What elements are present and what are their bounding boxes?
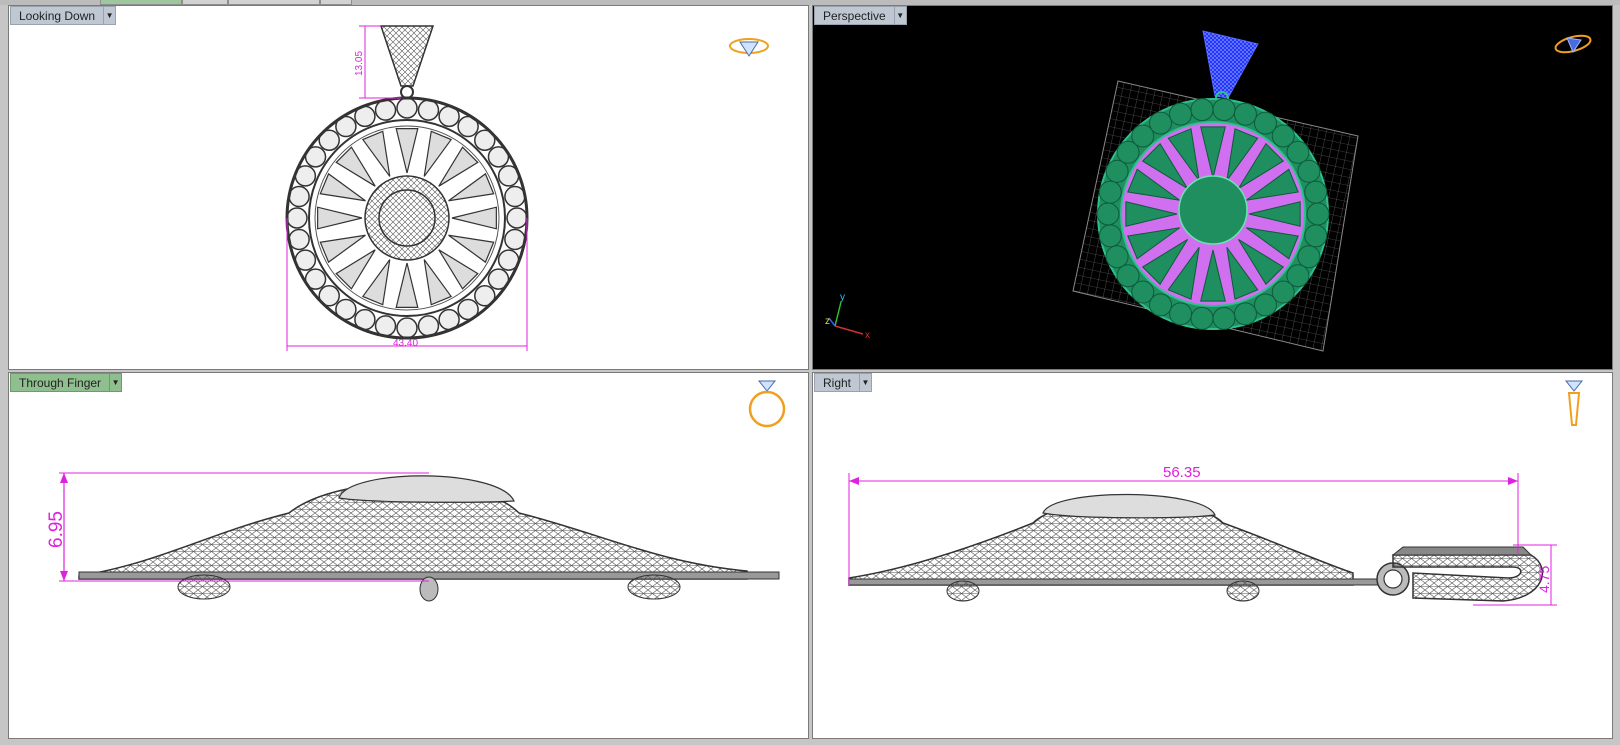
pendant-orientation-icon[interactable] [1559,377,1589,431]
viewport-name[interactable]: Through Finger [10,373,110,392]
viewport-label[interactable]: Through Finger ▼ [10,373,123,392]
dropdown-arrow-icon[interactable]: ▼ [103,6,117,25]
viewport-name[interactable]: Perspective [814,6,894,25]
dimension-width-label: 56.35 [1163,464,1201,481]
viewport-perspective[interactable]: x y z Perspective ▼ [812,5,1613,370]
top-view-drawing: 43.40 13.05 [285,25,529,351]
pendant-orientation-icon[interactable] [727,34,771,58]
viewport-through-finger[interactable]: 6.95 Through Finger ▼ [8,372,809,739]
viewport-label[interactable]: Perspective ▼ [814,6,907,25]
dropdown-arrow-icon[interactable]: ▼ [109,373,123,392]
viewport-label[interactable]: Right ▼ [814,373,873,392]
dimension-height-label: 6.95 [46,511,67,548]
viewport-right[interactable]: 56.35 4.75 Right ▼ [812,372,1613,739]
dimension-width-label: 43.40 [393,338,418,349]
pendant-orientation-icon[interactable] [1551,32,1595,56]
axis-gizmo-icon: x y z [825,292,870,341]
dropdown-arrow-icon[interactable]: ▼ [859,373,873,392]
viewport-looking-down[interactable]: 43.40 13.05 Looking Down ▼ [8,5,809,370]
through-finger-view-drawing: 6.95 [46,472,780,602]
dropdown-arrow-icon[interactable]: ▼ [893,6,907,25]
right-view-drawing: 56.35 4.75 [848,464,1557,606]
axis-y-label: y [840,292,845,303]
axis-z-label: z [825,316,830,327]
dimension-height-label: 4.75 [1536,566,1552,593]
viewport-name[interactable]: Looking Down [10,6,104,25]
viewport-name[interactable]: Right [814,373,860,392]
dimension-height-label: 13.05 [354,51,365,76]
ring-orientation-icon[interactable] [747,377,787,429]
axis-x-label: x [865,330,870,341]
perspective-view-drawing: x y z [825,30,1359,352]
viewport-label[interactable]: Looking Down ▼ [10,6,117,25]
